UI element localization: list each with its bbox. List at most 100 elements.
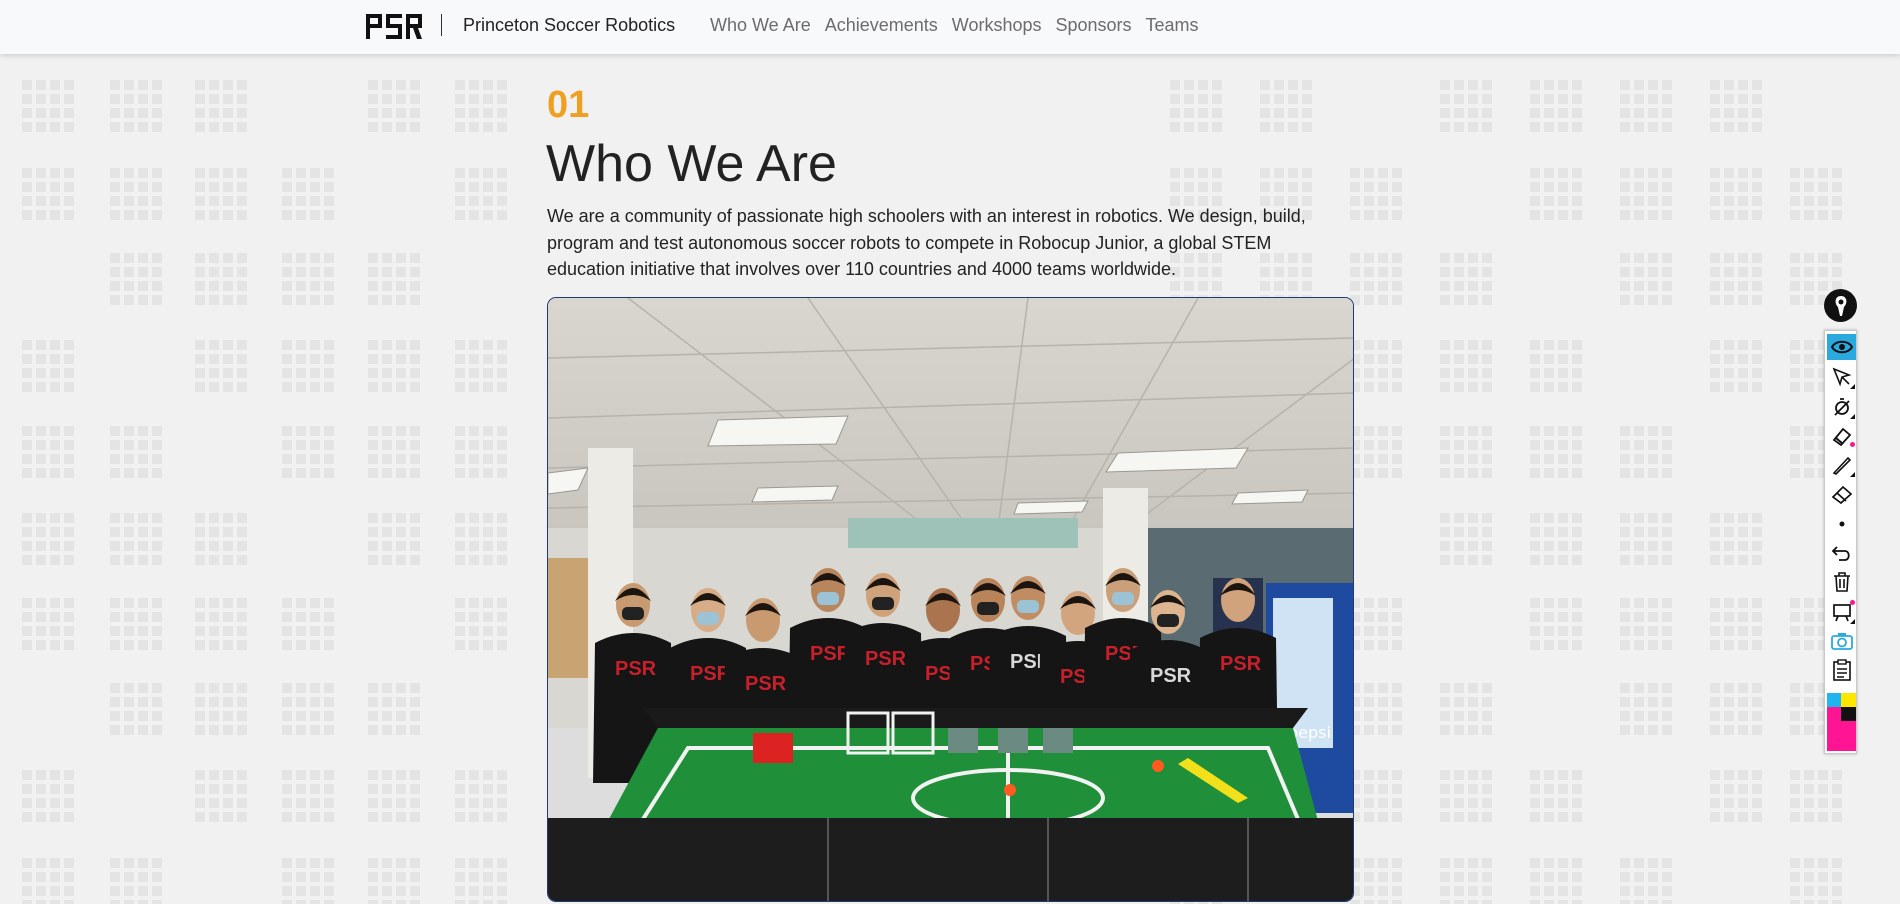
background-block [1710,679,1766,735]
background-block [455,854,511,904]
shirt-logo-text: PSR [1150,665,1192,687]
background-block [1350,679,1406,735]
brand-name[interactable]: Princeton Soccer Robotics [463,15,675,36]
drawing-toolbar [1824,330,1857,754]
background-block [282,766,338,822]
background-block [1620,854,1676,904]
background-block [1530,422,1586,478]
person-mask [697,612,719,625]
background-block [368,336,424,392]
background-block [1710,594,1766,650]
background-block [1530,164,1586,220]
background-block [1530,76,1586,132]
background-block [195,164,251,220]
background-block [368,422,424,478]
person-mask [1112,592,1134,605]
person-mask [817,592,839,605]
nav-who-we-are[interactable]: Who We Are [710,15,811,36]
nav-achievements[interactable]: Achievements [825,15,938,36]
shirt-logo-text: PSR [745,673,787,695]
background-block [368,249,424,305]
eye-icon[interactable] [1827,334,1856,360]
eraser-icon[interactable] [1827,481,1856,507]
person-mask [622,607,644,620]
color-palette[interactable] [1827,693,1856,751]
background-block [1440,509,1496,565]
nav-workshops[interactable]: Workshops [952,15,1042,36]
background-block [1530,509,1586,565]
background-block [368,679,424,735]
background-block [1440,336,1496,392]
main-nav: Who We Are Achievements Workshops Sponso… [710,15,1199,36]
background-block [282,594,338,650]
background-block [368,854,424,904]
laser-pointer-icon[interactable] [1827,394,1856,420]
background-block [1170,76,1226,132]
psr-logo[interactable] [366,14,422,39]
background-block [110,594,166,650]
background-block [1350,422,1406,478]
shirt-logo-text: PSR [865,648,907,670]
background-block [1440,766,1496,822]
background-block [1440,422,1496,478]
background-block [1710,76,1766,132]
background-block [282,422,338,478]
background-block [1620,249,1676,305]
background-block [1530,336,1586,392]
background-block [1530,854,1586,904]
background-block [195,679,251,735]
nav-teams[interactable]: Teams [1146,15,1199,36]
background-block [368,509,424,565]
board-icon[interactable] [1827,599,1856,625]
background-block [282,164,338,220]
site-header: Princeton Soccer Robotics Who We Are Ach… [0,0,1900,54]
background-block [110,679,166,735]
background-block [1530,594,1586,650]
person-mask [1157,614,1179,627]
background-block [110,164,166,220]
background-block [195,76,251,132]
background-block [1440,679,1496,735]
background-block [1620,594,1676,650]
background-block [1790,766,1846,822]
cursor-icon[interactable] [1827,364,1856,390]
background-block [110,76,166,132]
dot-size-icon[interactable] [1827,511,1856,537]
background-block [110,509,166,565]
background-block [455,509,511,565]
background-block [22,854,78,904]
nav-sponsors[interactable]: Sponsors [1055,15,1131,36]
background-block [195,336,251,392]
background-block [1710,249,1766,305]
background-block [22,594,78,650]
background-block [1710,766,1766,822]
background-block [110,249,166,305]
background-block [22,76,78,132]
background-block [110,422,166,478]
background-block [195,594,251,650]
background-block [22,336,78,392]
background-block [1530,766,1586,822]
pen-icon[interactable] [1827,452,1856,478]
shirt-logo-text: PSR [1220,653,1262,675]
camera-icon[interactable] [1827,628,1856,654]
background-block [455,422,511,478]
background-block [1350,164,1406,220]
background-block [1440,76,1496,132]
background-block [110,854,166,904]
background-block [455,594,511,650]
section-number: 01 [547,84,590,126]
background-block [22,422,78,478]
pen-logo-icon[interactable] [1824,289,1857,322]
background-block [1710,509,1766,565]
person-mask [872,597,894,610]
background-block [455,76,511,132]
clipboard-icon[interactable] [1827,657,1856,683]
trash-icon[interactable] [1827,569,1856,595]
background-block [1350,336,1406,392]
background-block [368,76,424,132]
person-mask [977,602,999,615]
background-block [455,766,511,822]
undo-icon[interactable] [1827,540,1856,566]
highlighter-icon[interactable] [1827,423,1856,449]
